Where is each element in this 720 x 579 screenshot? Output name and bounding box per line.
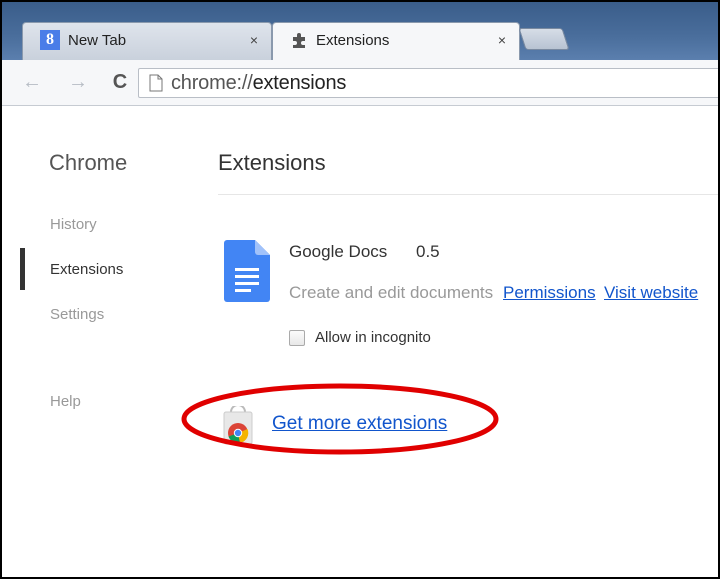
chrome-web-store-icon: [223, 406, 253, 445]
selected-indicator: [20, 248, 25, 290]
tab-title: Extensions: [316, 31, 390, 49]
allow-incognito-checkbox[interactable]: [289, 330, 305, 346]
sidebar-item-settings[interactable]: Settings: [50, 306, 104, 323]
page-icon: [149, 74, 163, 92]
toolbar: ← → C chrome://extensions: [2, 60, 718, 106]
url-path: extensions: [252, 71, 347, 94]
get-more-extensions-link[interactable]: Get more extensions: [272, 413, 447, 435]
browser-window: 8 New Tab × Extensions × ← → C chrome://…: [0, 0, 720, 579]
back-button[interactable]: ←: [20, 70, 44, 94]
reload-button[interactable]: C: [108, 70, 132, 94]
title-divider: [218, 194, 718, 195]
sidebar-item-history[interactable]: History: [50, 216, 97, 233]
extension-name: Google Docs: [289, 242, 388, 261]
sidebar-title: Chrome: [49, 150, 128, 175]
new-tab-button[interactable]: [518, 28, 570, 50]
close-tab-icon[interactable]: ×: [494, 32, 510, 48]
sidebar-item-help[interactable]: Help: [50, 393, 81, 410]
visit-website-link[interactable]: Visit website: [604, 283, 698, 303]
url-text: chrome://extensions: [171, 72, 346, 95]
permissions-link[interactable]: Permissions: [503, 283, 596, 303]
url-scheme: chrome://: [171, 71, 253, 94]
page-title: Extensions: [218, 150, 326, 175]
tab-new-tab[interactable]: 8 New Tab ×: [22, 22, 272, 60]
tab-extensions[interactable]: Extensions ×: [272, 22, 520, 60]
tab-title: New Tab: [68, 31, 127, 49]
tab-strip: 8 New Tab × Extensions ×: [2, 2, 718, 60]
extension-version: 0.5: [416, 242, 440, 261]
google-favicon-icon: 8: [40, 30, 60, 50]
sidebar-item-extensions[interactable]: Extensions: [50, 261, 123, 278]
allow-incognito-label: Allow in incognito: [315, 329, 431, 346]
forward-button[interactable]: →: [66, 70, 90, 94]
google-docs-icon: [224, 240, 270, 302]
close-tab-icon[interactable]: ×: [246, 32, 262, 48]
extension-description: Create and edit documents: [289, 283, 494, 302]
address-bar[interactable]: chrome://extensions: [138, 68, 718, 98]
puzzle-piece-icon: [293, 33, 305, 48]
